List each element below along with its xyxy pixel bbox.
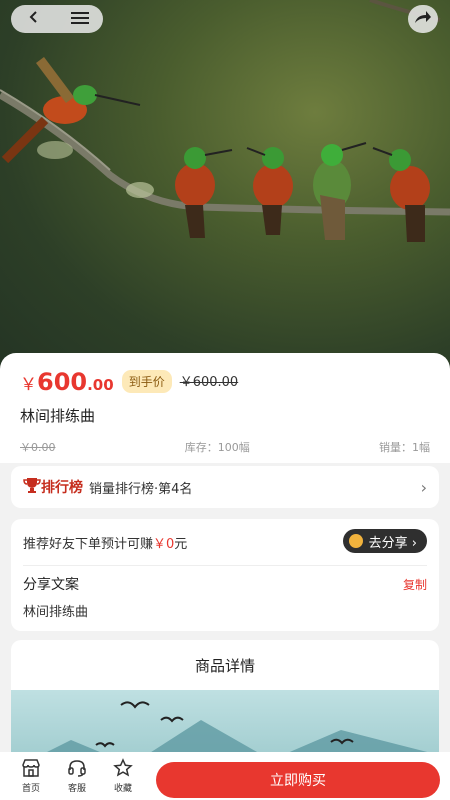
headset-icon — [67, 758, 87, 781]
detail-title: 商品详情 — [194, 657, 255, 675]
recommend-prefix: 推荐好友下单预计可赚 — [23, 537, 154, 552]
nav-favorite[interactable]: 收藏 — [100, 758, 146, 794]
divider — [23, 565, 427, 566]
price-integer: 600 — [37, 368, 88, 396]
hamburger-menu-icon[interactable] — [70, 10, 89, 29]
chevron-left-icon[interactable] — [26, 9, 42, 29]
stock-count: 库存：100幅 — [184, 441, 250, 454]
share-arrow-icon — [414, 9, 432, 29]
buy-now-button[interactable]: 立即购买 — [156, 762, 440, 798]
go-share-label: 去分享 › — [368, 535, 417, 551]
share-button[interactable] — [408, 5, 438, 33]
star-icon — [113, 758, 133, 781]
recommend-earnings: 推荐好友下单预计可赚￥0元 — [23, 533, 187, 552]
product-title: 林间排练曲 — [20, 407, 96, 425]
recommend-amount: ￥0 — [153, 537, 175, 552]
nav-pill — [11, 5, 103, 33]
price-card: ￥ 600 .00 到手价 ￥600.00 林间排练曲 ￥0.00 库存：100… — [0, 353, 450, 463]
hand-price-tag: 到手价 — [121, 370, 172, 393]
nav-home[interactable]: 首页 — [8, 758, 54, 794]
currency-symbol: ￥ — [20, 375, 37, 395]
ranking-text: 销量排行榜·第4名 — [89, 481, 193, 497]
sales-count: 销量：1幅 — [379, 441, 430, 454]
product-meta: ￥0.00 库存：100幅 销量：1幅 — [20, 439, 430, 455]
chevron-right-icon: › — [420, 477, 427, 497]
share-card: 推荐好友下单预计可赚￥0元 去分享 › 分享文案 复制 林间排练曲 — [11, 519, 439, 631]
price-row: ￥ 600 .00 到手价 ￥600.00 — [20, 368, 238, 397]
nav-favorite-label: 收藏 — [113, 784, 132, 794]
hummingbirds-photo — [0, 0, 450, 242]
trophy-icon — [23, 477, 41, 497]
go-share-button[interactable]: 去分享 › — [342, 529, 427, 553]
original-price: ￥600.00 — [179, 375, 239, 390]
copy-button[interactable]: 复制 — [403, 576, 427, 593]
share-copy-text: 林间排练曲 — [23, 605, 89, 620]
share-copy-title: 分享文案 — [23, 577, 79, 593]
coin-icon — [348, 534, 363, 548]
nav-service-label: 客服 — [67, 784, 86, 794]
recommend-suffix: 元 — [174, 537, 188, 552]
price-decimal: .00 — [87, 376, 114, 394]
nav-home-label: 首页 — [21, 784, 40, 794]
ranking-card[interactable]: 排行榜 销量排行榜·第4名 › — [11, 466, 439, 508]
store-icon — [21, 758, 41, 781]
market-price: ￥0.00 — [20, 441, 56, 454]
ranking-badge-label: 排行榜 — [41, 480, 83, 496]
ranking-badge: 排行榜 — [23, 477, 83, 497]
product-hero-image — [0, 0, 450, 375]
nav-service[interactable]: 客服 — [54, 758, 100, 794]
